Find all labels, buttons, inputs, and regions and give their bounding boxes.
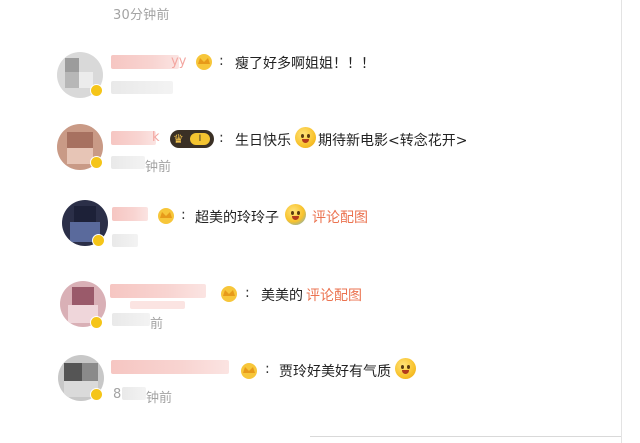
verified-badge-icon (90, 156, 103, 169)
comment-text: 瘦了好多啊姐姐！！！ (235, 56, 375, 72)
username[interactable] (110, 284, 206, 298)
comment-item: yy : 瘦了好多啊姐姐！！！ (0, 40, 640, 120)
comment-meta (111, 156, 145, 169)
username-tail: yy (171, 54, 187, 69)
comment-timestamp: 钟前 (146, 391, 173, 406)
comment-image-link[interactable]: 评论配图 (312, 207, 368, 227)
emoji-icon (295, 127, 316, 148)
comment-timestamp: 钟前 (145, 160, 172, 175)
verified-badge-icon (90, 316, 103, 329)
comment-image-link[interactable]: 评论配图 (306, 285, 362, 305)
vip-badge-icon: ♛ I (170, 130, 214, 148)
comment-text-cont: 期待新电影<转念花开> (318, 133, 468, 149)
comment-meta (122, 387, 146, 400)
comment-text: 美美的 (261, 288, 303, 304)
username[interactable] (111, 55, 179, 69)
emoji-icon (285, 204, 306, 225)
verified-badge-icon (90, 388, 103, 401)
verified-badge-icon (92, 234, 105, 247)
comment-timestamp-head: 8 (113, 387, 122, 402)
comment-item: k ♛ I : 生日快乐 期待新电影<转念花开> 钟前 (0, 112, 640, 192)
comment-timestamp: 前 (150, 317, 164, 332)
comment-item: : 美美的 评论配图 前 (0, 279, 640, 359)
username[interactable] (111, 360, 229, 374)
crown-badge-icon (155, 207, 177, 224)
comment-meta (112, 234, 138, 247)
comment-item: : 贾玲好美好有气质 8 钟前 (0, 352, 640, 432)
comment-meta (111, 81, 173, 94)
crown-badge-icon (193, 53, 215, 70)
username-tail: k (152, 130, 160, 145)
username[interactable] (112, 207, 148, 221)
username[interactable] (111, 131, 156, 145)
comment-item: : 超美的玲玲子 评论配图 (0, 196, 640, 276)
comment-panel: 30分钟前 yy : 瘦了好多啊姐姐！！！ k ♛ I : 生日快乐 期待新电影… (0, 0, 640, 443)
comment-text: 超美的玲玲子 (195, 210, 279, 226)
crown-badge-icon (238, 362, 260, 379)
comment-text: 生日快乐 (235, 133, 291, 149)
emoji-icon (395, 358, 416, 379)
comment-meta (112, 313, 150, 326)
crown-badge-icon (218, 285, 240, 302)
verified-badge-icon (90, 84, 103, 97)
comment-text: 贾玲好美好有气质 (279, 364, 391, 380)
comment-timestamp: 30分钟前 (113, 8, 170, 23)
divider (310, 436, 621, 437)
